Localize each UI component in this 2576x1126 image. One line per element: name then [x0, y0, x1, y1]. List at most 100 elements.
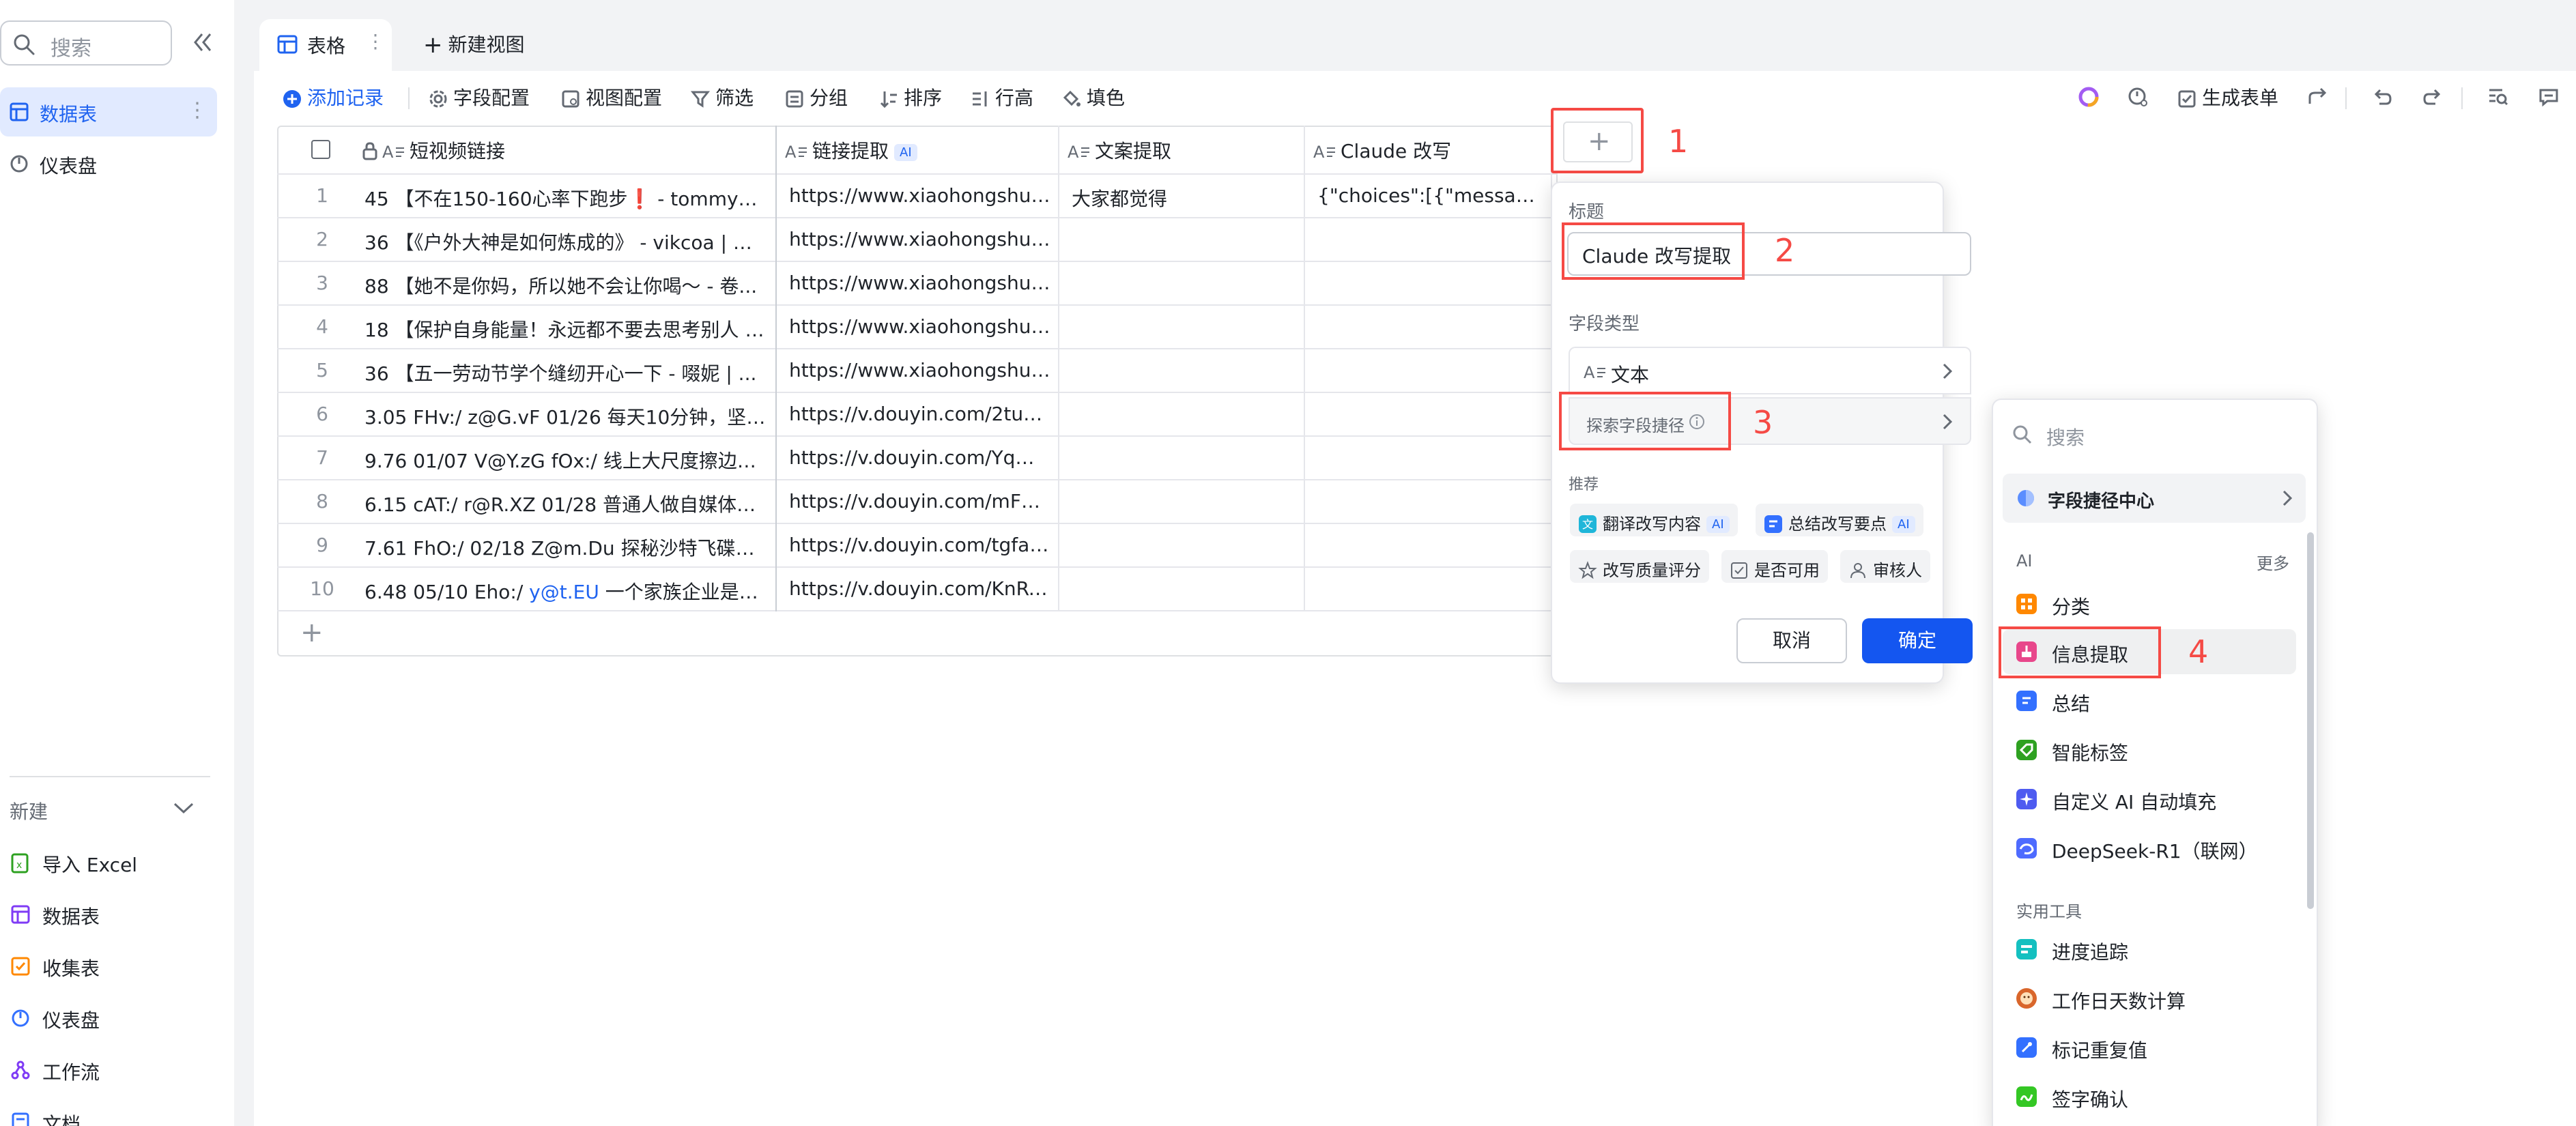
- tab-grid-view[interactable]: 表格 ⋮: [259, 19, 392, 71]
- new-import-excel[interactable]: x 导入 Excel: [0, 841, 217, 886]
- tab-more-icon[interactable]: ⋮: [366, 30, 385, 53]
- filter-button[interactable]: 筛选: [691, 83, 754, 113]
- share-icon[interactable]: [2307, 86, 2329, 108]
- cell-link-extract[interactable]: https://v.douyin.com/YqmYs...: [789, 446, 1051, 469]
- rec-reviewer-chip[interactable]: 审核人: [1840, 550, 1930, 583]
- chevron-down-icon[interactable]: [172, 800, 195, 816]
- cell-link-extract[interactable]: https://www.xiaohongshu.c...: [789, 184, 1051, 207]
- column-header-link-extract[interactable]: A 链接提取 AI: [785, 136, 917, 164]
- fill-color-label: 填色: [1087, 87, 1126, 109]
- sidebar-item-datatable[interactable]: 数据表 ⋮: [0, 87, 217, 136]
- search-icon: [12, 33, 35, 56]
- shortcut-classify[interactable]: 分类: [2003, 581, 2296, 626]
- collapse-sidebar-icon[interactable]: [190, 30, 214, 55]
- new-item-label: 导入 Excel: [42, 854, 138, 876]
- cell-video-link[interactable]: 6.15 cAT:/ r@R.XZ 01/28 普通人做自媒体的...: [364, 490, 767, 517]
- new-section-header[interactable]: 新建: [10, 797, 48, 824]
- generate-form-button[interactable]: 生成表单: [2177, 83, 2278, 113]
- rec-quality-chip[interactable]: 改写质量评分: [1570, 550, 1709, 583]
- add-record-button[interactable]: 添加记录: [283, 83, 384, 113]
- select-all-checkbox[interactable]: [311, 140, 330, 159]
- new-workflow[interactable]: 工作流: [0, 1048, 217, 1093]
- cell-link-extract[interactable]: https://www.xiaohongshu.c...: [789, 359, 1051, 381]
- shortcut-summary[interactable]: 总结: [2003, 678, 2296, 723]
- shortcut-mark-duplicates[interactable]: 标记重复值: [2003, 1025, 2296, 1070]
- more-icon[interactable]: ⋮: [187, 98, 207, 122]
- shortcut-workday-calc[interactable]: 工作日天数计算: [2003, 976, 2296, 1021]
- grid-row-border: [277, 523, 1558, 524]
- new-form[interactable]: 收集表: [0, 944, 217, 990]
- svg-text:A: A: [382, 143, 394, 160]
- sort-icon: [879, 89, 898, 109]
- menu-scrollbar[interactable]: [2307, 532, 2314, 909]
- cell-link-extract[interactable]: https://v.douyin.com/mFg7...: [789, 490, 1051, 513]
- undo-icon[interactable]: [2371, 86, 2393, 108]
- comment-icon[interactable]: [2538, 86, 2560, 108]
- row-height-button[interactable]: 行高: [971, 83, 1033, 113]
- row-height-label: 行高: [995, 87, 1034, 109]
- sort-button[interactable]: 排序: [879, 83, 942, 113]
- shortcut-signature[interactable]: 签字确认: [2003, 1074, 2296, 1119]
- add-row-button[interactable]: +: [300, 617, 324, 648]
- column-header-label: 文案提取: [1095, 140, 1172, 162]
- field-type-select[interactable]: A 文本: [1569, 347, 1971, 394]
- new-doc[interactable]: 文档: [0, 1100, 217, 1126]
- shortcut-progress[interactable]: 进度追踪: [2003, 927, 2296, 972]
- cell-link-extract[interactable]: https://www.xiaohongshu.c...: [789, 315, 1051, 338]
- cell-link-extract[interactable]: https://www.xiaohongshu.c...: [789, 272, 1051, 294]
- ai-badge: AI: [1706, 516, 1730, 533]
- redo-icon[interactable]: [2422, 86, 2444, 108]
- shortcut-custom-ai[interactable]: 自定义 AI 自动填充: [2003, 777, 2296, 822]
- column-header-claude-rewrite[interactable]: A Claude 改写: [1313, 136, 1451, 164]
- automation-icon[interactable]: [2127, 86, 2149, 108]
- rec-summary-chip[interactable]: 总结改写要点 AI: [1756, 504, 1923, 536]
- add-column-button[interactable]: +: [1551, 108, 1644, 173]
- cell-video-link[interactable]: 9.76 01/07 V@Y.zG fOx:/ 线上大尺度擦边、...: [364, 446, 767, 474]
- shortcut-deepseek[interactable]: DeepSeek-R1（联网）: [2003, 826, 2296, 871]
- column-header-video-link[interactable]: A 短视频链接: [362, 136, 505, 164]
- shortcut-search-input[interactable]: 搜索: [2046, 423, 2085, 450]
- shortcut-smart-tag[interactable]: 智能标签: [2003, 727, 2296, 773]
- search-records-icon[interactable]: [2487, 86, 2509, 108]
- rec-translate-chip[interactable]: 文翻译改写内容 AI: [1570, 504, 1738, 536]
- column-header-copy-extract[interactable]: A 文案提取: [1068, 136, 1171, 164]
- new-view-button[interactable]: + 新建视图: [423, 30, 525, 59]
- group-button[interactable]: 分组: [785, 83, 848, 113]
- gear-icon: [429, 89, 448, 109]
- field-config-button[interactable]: 字段配置: [429, 83, 530, 113]
- row-number: 8: [316, 490, 328, 513]
- cell-video-link[interactable]: 36 【五一劳动节学个缝纫开心一下 - 啜妮 | ...: [364, 359, 767, 386]
- sidebar-search-input[interactable]: 搜索: [0, 20, 172, 66]
- more-link[interactable]: 更多: [2257, 550, 2289, 574]
- cell-link-extract[interactable]: https://v.douyin.com/KnRyp...: [789, 577, 1051, 600]
- cell-video-link[interactable]: 18 【保护自身能量！永远都不要去思考别人 -...: [364, 315, 767, 343]
- view-config-button[interactable]: 视图配置: [561, 83, 662, 113]
- cancel-button[interactable]: 取消: [1736, 618, 1847, 663]
- cell-video-link[interactable]: 36 【《户外大神是如何炼成的》 - vikcoa | 小...: [364, 228, 767, 255]
- cell-video-link[interactable]: 88 【她不是你妈，所以她不会让你喝～ - 卷...: [364, 272, 767, 299]
- filter-icon: [691, 89, 710, 109]
- cell-text: 一个家族企业是怎...: [599, 581, 767, 603]
- duplicate-icon: [2016, 1037, 2037, 1058]
- cell-video-link[interactable]: 6.48 05/10 Eho:/ y@t.EU 一个家族企业是怎...: [364, 577, 767, 605]
- progress-icon: [2016, 939, 2037, 959]
- cell-video-link[interactable]: 7.61 FhO:/ 02/18 Z@m.Du 探秘沙特飞碟酒店...: [364, 534, 767, 561]
- cell-link-extract[interactable]: https://v.douyin.com/2tu0v...: [789, 403, 1051, 425]
- cell-claude-rewrite[interactable]: {"choices":[{"message...: [1317, 184, 1545, 207]
- sidebar-item-dashboard[interactable]: 仪表盘: [0, 139, 217, 188]
- shortcut-hub-button[interactable]: 字段捷径中心: [2003, 474, 2306, 523]
- cell-link-extract[interactable]: https://www.xiaohongshu.c...: [789, 228, 1051, 250]
- confirm-button[interactable]: 确定: [1862, 618, 1973, 663]
- fill-color-button[interactable]: 填色: [1062, 83, 1125, 113]
- cell-copy-extract[interactable]: 大家都觉得: [1072, 184, 1297, 212]
- cell-link[interactable]: y@t.EU: [529, 581, 599, 603]
- new-datatable[interactable]: 数据表: [0, 893, 217, 938]
- new-dashboard[interactable]: 仪表盘: [0, 996, 217, 1041]
- cell-video-link[interactable]: 3.05 FHv:/ z@G.vF 01/26 每天10分钟，坚持...: [364, 403, 767, 430]
- svg-text:A: A: [1068, 143, 1079, 160]
- rec-usable-chip[interactable]: 是否可用: [1721, 550, 1828, 583]
- cell-link-extract[interactable]: https://v.douyin.com/tgfay0...: [789, 534, 1051, 556]
- cell-text: 6.48 05/10 Eho:/: [364, 581, 530, 603]
- cell-video-link[interactable]: 45 【不在150-160心率下跑步❗ - tommy老...: [364, 184, 767, 212]
- ai-assistant-icon[interactable]: [2078, 86, 2100, 108]
